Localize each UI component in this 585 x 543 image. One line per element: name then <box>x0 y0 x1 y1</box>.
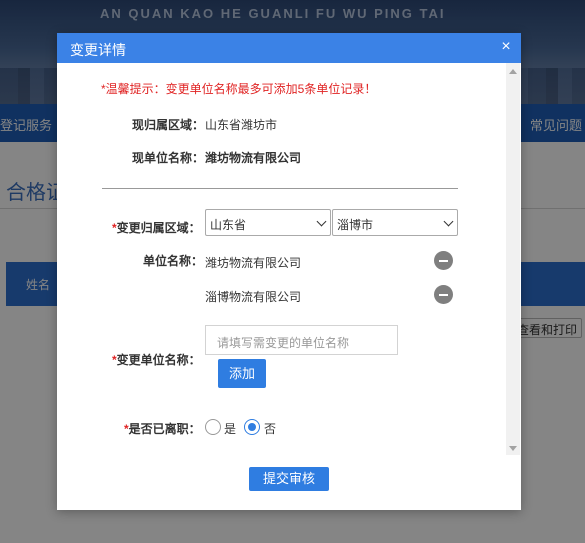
city-select-value: 淄博市 <box>337 218 374 232</box>
change-region-label-text: 变更归属区域： <box>116 221 201 235</box>
resigned-label-text: 是否已离职： <box>128 422 201 436</box>
radio-yes-label: 是 <box>224 422 237 436</box>
dialog-title: 变更详情 <box>70 42 126 58</box>
current-unit-label: 现单位名称： <box>132 151 205 165</box>
unit-name-input[interactable]: 请填写需变更的单位名称 <box>205 325 398 355</box>
unit-list-item: 淄博物流有限公司 <box>205 290 302 304</box>
chevron-down-icon <box>316 216 327 227</box>
warning-tip: *温馨提示：变更单位名称最多可添加5条单位记录！ <box>101 82 377 96</box>
change-region-label: *变更归属区域： <box>112 219 201 236</box>
dialog-body: *温馨提示：变更单位名称最多可添加5条单位记录！ 现归属区域： 山东省潍坊市 现… <box>57 63 521 455</box>
city-select[interactable]: 淄博市 <box>332 209 458 236</box>
province-select[interactable]: 山东省 <box>205 209 331 236</box>
remove-unit-icon[interactable] <box>434 251 453 270</box>
section-divider <box>102 188 458 189</box>
current-region-value: 山东省潍坊市 <box>205 118 278 132</box>
scroll-up-icon[interactable] <box>509 69 517 74</box>
unit-list-label: 单位名称： <box>143 254 204 268</box>
add-button[interactable]: 添加 <box>218 359 266 388</box>
province-select-value: 山东省 <box>210 218 247 232</box>
scroll-down-icon[interactable] <box>509 446 517 451</box>
current-unit-value: 潍坊物流有限公司 <box>205 151 302 165</box>
submit-review-button[interactable]: 提交审核 <box>249 467 329 491</box>
dialog-scrollbar[interactable] <box>506 63 520 455</box>
radio-yes[interactable] <box>205 419 221 435</box>
change-unit-label-text: 变更单位名称： <box>116 353 201 367</box>
chevron-down-icon <box>443 216 454 227</box>
change-unit-label: *变更单位名称： <box>112 351 201 368</box>
remove-unit-icon[interactable] <box>434 285 453 304</box>
change-details-dialog: 变更详情 × *温馨提示：变更单位名称最多可添加5条单位记录！ 现归属区域： 山… <box>57 33 521 510</box>
close-icon[interactable]: × <box>498 39 514 55</box>
radio-no[interactable] <box>244 419 260 435</box>
dialog-header: 变更详情 × <box>57 33 521 63</box>
unit-list-item: 潍坊物流有限公司 <box>205 256 302 270</box>
current-region-label: 现归属区域： <box>132 118 205 132</box>
resigned-label: *是否已离职： <box>124 420 201 437</box>
radio-no-label: 否 <box>264 422 277 436</box>
